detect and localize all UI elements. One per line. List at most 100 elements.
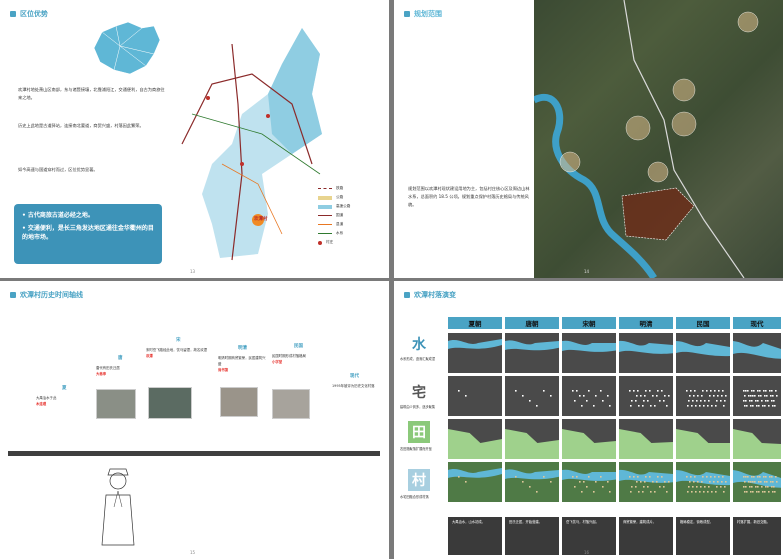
evolution-cell: [676, 419, 730, 459]
legend-swatch-icon: [318, 232, 332, 235]
column-header: 夏朝: [448, 317, 502, 329]
page-number: 15: [190, 550, 196, 555]
evolution-cell: [733, 333, 781, 373]
legend-swatch-icon: [318, 188, 332, 189]
key-advantages-callout: • 古代商旅古道必经之地。 • 交通便利，是长三角发达地区通往金华衢州的目的地市…: [14, 204, 162, 264]
title-marker-icon: [404, 292, 410, 298]
page-title: 区位优势: [10, 9, 48, 19]
era-description: 大禹治水于此 木连理: [36, 395, 80, 407]
evolution-cell: [733, 376, 781, 416]
era-photo: [272, 389, 310, 419]
callout-item: • 古代商旅古道必经之地。: [22, 212, 94, 219]
page-planning-scope: 规划范围 规划范围以欢潭村现状建设用地为主，包括村庄核心区及周边山林水系，总面积…: [394, 0, 783, 278]
evolution-cell: [562, 419, 616, 459]
evolution-cell: [676, 376, 730, 416]
legend-swatch-icon: [318, 195, 332, 200]
callout-item: • 交通便利，是长三角发达地区通往金华衢州的目的地市场。: [22, 225, 154, 241]
evolution-cell: [562, 333, 616, 373]
era-description: 1995年被评为历史文化村落: [332, 383, 382, 389]
evolution-cell: [505, 376, 559, 416]
legend-item: 村庄: [318, 238, 350, 247]
legend-swatch-icon: [318, 240, 322, 245]
column-header: 现代: [733, 317, 781, 329]
satellite-image: [534, 0, 783, 278]
era-label: 宋: [176, 338, 181, 343]
village-map-label: 欢潭村: [254, 217, 268, 222]
evolution-cell: [505, 462, 559, 502]
map-legend: 铁路 公路 高速公路 国道 县道 水系 村庄: [318, 184, 350, 247]
era-description: 宋时岳飞路经此地，饮马留潭，故名欢潭 欢潭: [146, 347, 216, 359]
evolution-cell: [505, 333, 559, 373]
evolution-cell: [619, 419, 673, 459]
evolution-cell: [733, 462, 781, 502]
intro-paragraph: 欢潭村地处萧山区南部，东与诸暨接壤，北靠浦阳江，交通便利，自古为商旅往来之地。: [18, 87, 165, 100]
page-number: 13: [190, 269, 196, 274]
evolution-cell: [619, 462, 673, 502]
page-location-advantage: 区位优势 欢潭村地处萧山区南部，东与诸暨接壤，北靠浦阳江，交通便利，自古为商旅往…: [0, 0, 389, 278]
legend-item: 公路: [318, 193, 350, 202]
evolution-cell: [619, 333, 673, 373]
evolution-cell: [733, 419, 781, 459]
title-marker-icon: [10, 292, 16, 298]
legend-item: 铁路: [318, 184, 350, 193]
page-number: 16: [584, 550, 590, 555]
province-map: [93, 21, 161, 75]
era-summary: 村落扩展，新旧交融。: [733, 517, 781, 555]
era-label: 唐: [118, 356, 123, 361]
evolution-cell: [448, 462, 502, 502]
scope-description: 规划范围以欢潭村现状建设用地为主，包括村庄核心区及周边山林水系，总面积约 18.…: [408, 186, 530, 207]
row-label-house: 宅: [412, 385, 426, 401]
era-label: 现代: [350, 374, 359, 379]
era-photo: [148, 387, 192, 419]
era-description: 唐代有田氏迁居 大巷亭: [96, 365, 142, 377]
era-summary: 大禹治水，山水初成。: [448, 517, 502, 555]
row-description: 水宅田融合形成村落: [400, 495, 429, 499]
era-description: 明清时期商贸繁荣，民居建筑兴盛 尚书第: [218, 355, 268, 373]
row-description: 建筑由少到多，逐步聚集: [400, 405, 436, 409]
evolution-cell: [448, 333, 502, 373]
transport-paragraph: 如今高速与国道穿村而过，区位优势显著。: [18, 167, 98, 172]
title-marker-icon: [10, 11, 16, 17]
era-label: 明清: [238, 346, 247, 351]
column-header: 明清: [619, 317, 673, 329]
legend-item: 县道: [318, 220, 350, 229]
legend-item: 高速公路: [318, 202, 350, 211]
era-photo: [220, 387, 258, 417]
portrait-sketch: [101, 468, 135, 546]
evolution-cell: [448, 376, 502, 416]
column-header: 宋朝: [562, 317, 616, 329]
evolution-cell: [676, 333, 730, 373]
legend-swatch-icon: [318, 214, 332, 217]
era-label: 夏: [62, 386, 67, 391]
era-photo: [96, 389, 136, 419]
row-label-village: 村: [408, 469, 430, 491]
evolution-cell: [676, 462, 730, 502]
timeline-bar: [8, 451, 380, 456]
era-description: 民国时期形成村落格局 小学堂: [272, 353, 326, 365]
page-title: 欢潭村落演变: [404, 290, 456, 300]
era-summary: 格局稳定，街巷成型。: [676, 517, 730, 555]
evolution-cell: [562, 376, 616, 416]
history-paragraph: 历史上此地是古道驿站，连接南北要道，商贸兴盛，村落因此繁荣。: [18, 123, 144, 128]
era-label: 民国: [294, 344, 303, 349]
evolution-cell: [562, 462, 616, 502]
column-header: 民国: [676, 317, 730, 329]
page-history-timeline: 欢潭村历史时间轴线 夏 大禹治水于此 木连理 唐 唐代有田氏迁居 大巷亭 宋 宋时岳…: [0, 281, 389, 559]
legend-swatch-icon: [318, 204, 332, 209]
page-title: 规划范围: [404, 9, 442, 19]
row-description: 水系形成，逐渐汇聚成潭: [400, 357, 436, 361]
evolution-cell: [619, 376, 673, 416]
row-label-field: 田: [408, 421, 430, 443]
evolution-cell: [505, 419, 559, 459]
legend-item: 水系: [318, 229, 350, 238]
column-header: 唐朝: [505, 317, 559, 329]
page-title: 欢潭村历史时间轴线: [10, 290, 83, 300]
page-village-evolution: 欢潭村落演变 夏朝 唐朝 宋朝 明清 民国 现代 水 水系形成，逐渐汇聚成潭 宅…: [394, 281, 783, 559]
title-marker-icon: [404, 11, 410, 17]
era-summary: 商贸繁荣，建筑成片。: [619, 517, 673, 555]
row-label-water: 水: [412, 337, 426, 353]
era-summary: 田氏迁居，开始营建。: [505, 517, 559, 555]
evolution-cell: [448, 419, 502, 459]
legend-item: 国道: [318, 211, 350, 220]
row-description: 农田随聚落扩展而开垦: [400, 447, 432, 451]
